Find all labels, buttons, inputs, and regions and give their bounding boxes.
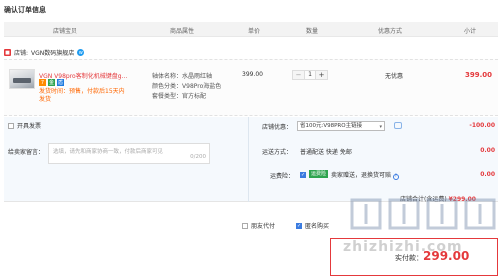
col-header-price: 单价: [248, 28, 261, 35]
order-item-row: VGN V98pro客制化机械键盘g... 7 金 盾 发货时间：预售，付款后1…: [4, 59, 498, 116]
gold-seller-icon[interactable]: 金: [48, 79, 55, 86]
attr-label: 轴体名称：: [152, 73, 183, 80]
message-char-count: 0/200: [190, 154, 206, 160]
quantity-decrease-button[interactable]: −: [293, 71, 304, 79]
invoice-checkbox[interactable]: [8, 122, 14, 129]
attr-value: 官方标配: [182, 93, 207, 100]
peer-pay-option[interactable]: 朋友代付: [242, 221, 275, 230]
quantity-increase-button[interactable]: +: [316, 71, 327, 79]
divider: [248, 117, 249, 202]
store-name-link[interactable]: VGN数码旗舰店: [31, 48, 74, 57]
invoice-option[interactable]: 开具发票: [8, 121, 41, 130]
peer-pay-label: 朋友代付: [251, 223, 276, 230]
service-tag: 运费险: [309, 170, 329, 178]
col-header-attrs: 商品属性: [170, 28, 195, 35]
attr-switch: 轴体名称：水晶雨红轴: [152, 71, 212, 80]
quantity-input[interactable]: 1: [304, 71, 316, 79]
attr-color: 颜色分类：V98Pro海盐色: [152, 81, 221, 90]
service-checkbox-wrap: ✓: [300, 171, 306, 178]
quantity-stepper: − 1 +: [292, 70, 328, 80]
table-header: 店铺宝贝 商品属性 单价 数量 优惠方式 小计: [4, 22, 498, 37]
col-header-promo: 优惠方式: [378, 28, 403, 35]
page-title: 确认订单信息: [4, 6, 46, 14]
watermark-text: zhizhizhi.com: [343, 239, 463, 255]
coupon-chat-icon[interactable]: [394, 122, 402, 129]
help-icon[interactable]: ?: [392, 173, 399, 180]
col-header-subtotal: 小计: [464, 28, 477, 35]
store-icon: ■: [4, 49, 11, 56]
invoice-label: 开具发票: [17, 123, 42, 130]
product-thumbnail[interactable]: [9, 69, 35, 89]
shipping-method: 普通配送 快递 免邮: [300, 149, 352, 156]
col-header-item: 店铺宝贝: [53, 28, 78, 35]
message-placeholder: 选填，请先和商家协商一致，付款后商家可见: [53, 149, 164, 155]
col-header-qty: 数量: [306, 28, 319, 35]
service-description: 卖家赠送，退换货可赔 ?: [331, 170, 399, 180]
watermark-logo: [350, 198, 496, 230]
seven-day-return-icon[interactable]: 7: [39, 79, 46, 86]
attr-package: 套餐类型：官方标配: [152, 91, 206, 100]
store-label: 店铺:: [14, 50, 29, 57]
chat-icon[interactable]: w: [77, 49, 85, 56]
message-label: 给卖家留言：: [8, 149, 45, 156]
coupon-discount-value: -100.00: [469, 122, 495, 129]
message-textarea[interactable]: 选填，请先和商家协商一致，付款后商家可见 0/200: [48, 143, 210, 164]
unit-price: 399.00: [242, 71, 263, 78]
anonymous-label: 匿名购买: [305, 223, 330, 230]
shield-icon[interactable]: 盾: [57, 79, 64, 86]
product-badges: 7 金 盾: [39, 79, 64, 86]
service-checkbox[interactable]: ✓: [300, 171, 306, 178]
attr-label: 套餐类型：: [152, 93, 183, 100]
item-subtotal: 399.00: [464, 71, 492, 79]
promo-method: 无优惠: [385, 73, 404, 80]
coupon-select[interactable]: 省100元:V98PRO主链接 ▾: [297, 121, 385, 131]
anonymous-option[interactable]: ✓ 匿名购买: [296, 221, 329, 230]
shipping-label: 运送方式：: [262, 149, 293, 156]
attr-value: 水晶雨红轴: [182, 73, 213, 80]
chevron-down-icon: ▾: [379, 124, 382, 130]
attr-label: 颜色分类：: [152, 83, 183, 90]
service-price: 0.00: [480, 171, 495, 178]
store-row: ■ 店铺: VGN数码旗舰店 w: [4, 48, 85, 57]
shipping-note: 发货时间：预售，付款后15天内发货: [39, 88, 125, 103]
service-text: 卖家赠送，退换货可赔: [331, 172, 392, 179]
coupon-select-value: 省100元:V98PRO主链接: [300, 123, 363, 129]
attr-value: V98Pro海盐色: [182, 83, 222, 90]
service-label: 运费险：: [270, 173, 295, 180]
coupon-label: 店铺优惠：: [262, 124, 293, 131]
anonymous-checkbox[interactable]: ✓: [296, 222, 302, 229]
shipping-price: 0.00: [480, 147, 495, 154]
peer-pay-checkbox[interactable]: [242, 222, 248, 229]
